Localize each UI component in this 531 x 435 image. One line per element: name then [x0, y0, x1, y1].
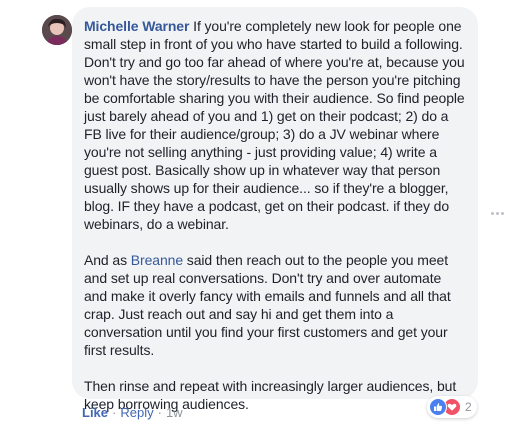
comment-paragraph: Michelle Warner If you're completely new…: [84, 17, 465, 233]
reply-button[interactable]: Reply: [120, 405, 153, 420]
reactions-summary[interactable]: 2: [427, 396, 477, 418]
comment-text-prefix: And as: [84, 252, 131, 268]
separator: ·: [112, 405, 117, 420]
comment-actions: Like · Reply · 1w: [82, 405, 183, 421]
like-icon: [429, 398, 447, 416]
comment-body: Michelle Warner If you're completely new…: [84, 17, 465, 413]
separator: ·: [157, 405, 162, 420]
comment-text-intro: If you're completely new look for people…: [84, 18, 465, 232]
reaction-count: 2: [465, 400, 472, 414]
comment-paragraph: And as Breanne said then reach out to th…: [84, 251, 465, 359]
avatar[interactable]: [42, 15, 72, 45]
mention-link[interactable]: Breanne: [131, 252, 183, 268]
comment-author[interactable]: Michelle Warner: [84, 18, 189, 34]
more-options-icon[interactable]: [491, 202, 509, 215]
comment-bubble: Michelle Warner If you're completely new…: [72, 7, 478, 412]
timestamp[interactable]: 1w: [166, 405, 183, 420]
like-button[interactable]: Like: [82, 405, 108, 420]
